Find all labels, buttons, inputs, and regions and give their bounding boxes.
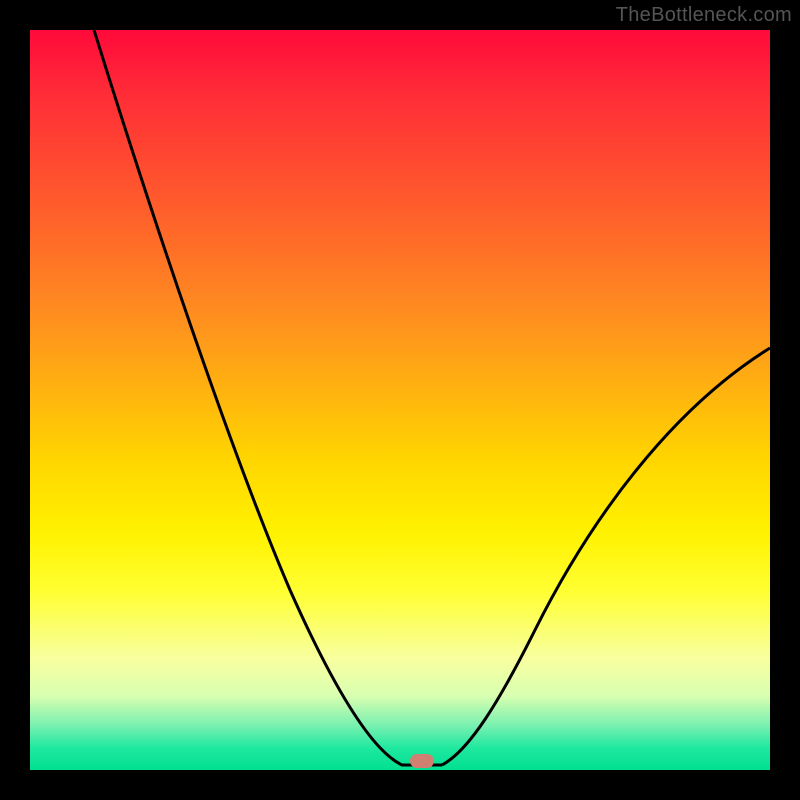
curve-right-branch [442, 348, 770, 765]
plot-area [30, 30, 770, 770]
optimal-marker [410, 754, 434, 768]
chart-frame: TheBottleneck.com [0, 0, 800, 800]
watermark-text: TheBottleneck.com [616, 4, 792, 27]
curve-left-branch [94, 30, 442, 765]
bottleneck-curve [30, 30, 770, 770]
